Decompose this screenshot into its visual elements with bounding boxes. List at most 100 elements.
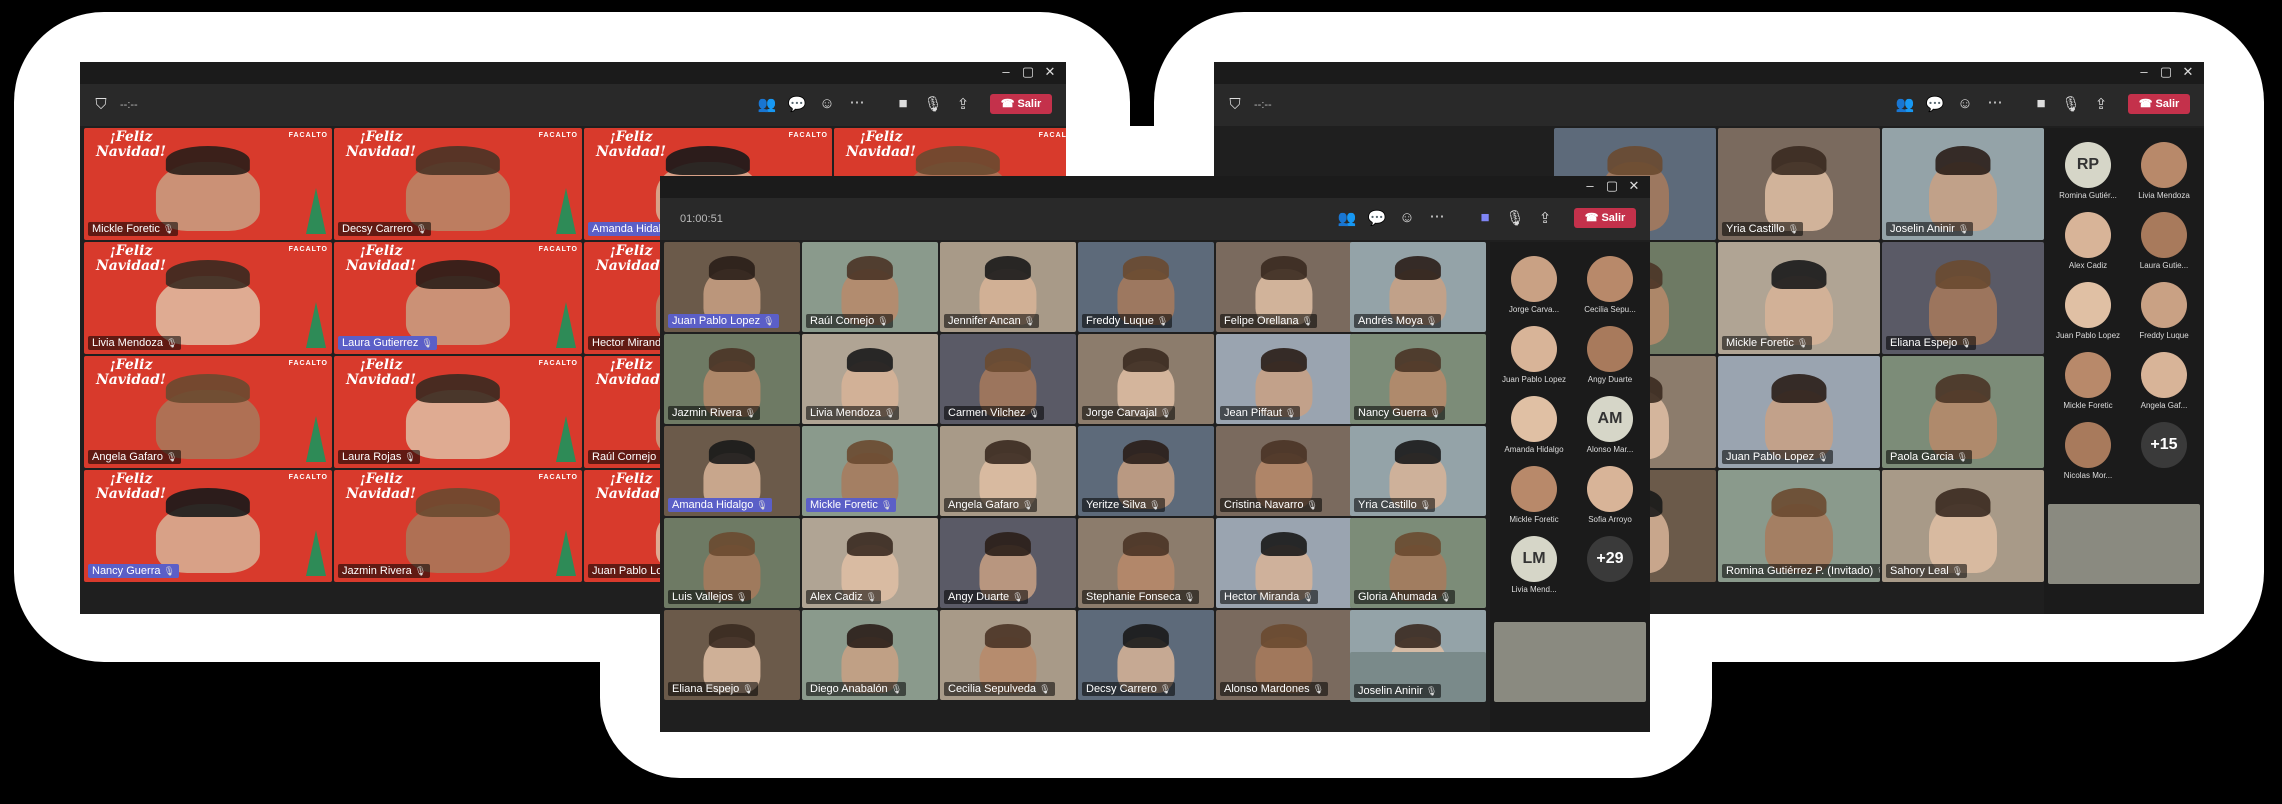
- leave-button[interactable]: ☎ Salir: [2128, 94, 2190, 114]
- video-tile[interactable]: Jennifer Ancan 🎙: [940, 242, 1076, 332]
- video-tile[interactable]: Raúl Cornejo 🎙: [802, 242, 938, 332]
- maximize-icon[interactable]: ▢: [2156, 64, 2176, 80]
- video-tile[interactable]: Stephanie Fonseca 🎙: [1078, 518, 1214, 608]
- share-icon[interactable]: ⇪: [1534, 209, 1556, 227]
- mic-off-icon[interactable]: 🎙: [1504, 209, 1526, 227]
- video-tile[interactable]: Joselin Aninir 🎙: [1350, 652, 1486, 702]
- video-tile[interactable]: Jean Piffaut 🎙: [1216, 334, 1352, 424]
- video-tile[interactable]: Paola Garcia 🎙: [1882, 356, 2044, 468]
- video-tile[interactable]: ¡Feliz Navidad! FACALTO Livia Mendoza 🎙: [84, 242, 332, 354]
- minimize-icon[interactable]: –: [996, 64, 1016, 79]
- roster-participant[interactable]: RP Romina Gutiér...: [2052, 142, 2124, 200]
- close-icon[interactable]: ✕: [2178, 64, 2198, 80]
- video-tile[interactable]: Angela Gafaro 🎙: [940, 426, 1076, 516]
- leave-button[interactable]: ☎ Salir: [990, 94, 1052, 114]
- roster-participant[interactable]: Juan Pablo Lopez: [2052, 282, 2124, 340]
- video-tile[interactable]: Jazmin Rivera 🎙: [664, 334, 800, 424]
- video-tile[interactable]: Jorge Carvajal 🎙: [1078, 334, 1214, 424]
- video-tile[interactable]: Diego Anabalón 🎙: [802, 610, 938, 700]
- roster-participant[interactable]: Nicolas Mor...: [2052, 422, 2124, 480]
- roster-participant[interactable]: +15: [2128, 422, 2200, 471]
- video-tile[interactable]: Hector Miranda 🎙: [1216, 518, 1352, 608]
- video-tile[interactable]: Joselin Aninir 🎙: [1882, 128, 2044, 240]
- mic-off-icon[interactable]: 🎙: [2060, 95, 2082, 113]
- maximize-icon[interactable]: ▢: [1018, 64, 1038, 80]
- roster-participant[interactable]: LM Livia Mend...: [1498, 536, 1570, 594]
- roster-participant[interactable]: Laura Gutie...: [2128, 212, 2200, 270]
- video-tile[interactable]: Alonso Mardones 🎙: [1216, 610, 1352, 700]
- video-tile[interactable]: Cristina Navarro 🎙: [1216, 426, 1352, 516]
- roster-participant[interactable]: Livia Mendoza: [2128, 142, 2200, 200]
- self-view[interactable]: [2048, 504, 2200, 584]
- share-icon[interactable]: ⇪: [952, 95, 974, 113]
- roster-participant[interactable]: Angela Gaf...: [2128, 352, 2200, 410]
- mic-off-icon[interactable]: 🎙: [922, 95, 944, 113]
- roster-participant[interactable]: Amanda Hidalgo: [1498, 396, 1570, 454]
- video-tile[interactable]: Felipe Orellana 🎙: [1216, 242, 1352, 332]
- video-tile[interactable]: Romina Gutiérrez P. (Invitado)🎙: [1718, 470, 1880, 582]
- video-tile[interactable]: Yeritze Silva 🎙: [1078, 426, 1214, 516]
- video-tile[interactable]: Carmen Vilchez 🎙: [940, 334, 1076, 424]
- camera-icon[interactable]: ■: [2030, 95, 2052, 112]
- video-tile[interactable]: Yria Castillo 🎙: [1350, 426, 1486, 516]
- video-tile[interactable]: Yria Castillo 🎙: [1718, 128, 1880, 240]
- video-tile[interactable]: Alex Cadiz 🎙: [802, 518, 938, 608]
- video-tile[interactable]: Sahory Leal 🎙: [1882, 470, 2044, 582]
- roster-participant[interactable]: AM Alonso Mar...: [1574, 396, 1646, 454]
- leave-button[interactable]: ☎ Salir: [1574, 208, 1636, 228]
- video-tile[interactable]: Eliana Espejo 🎙: [664, 610, 800, 700]
- video-tile[interactable]: Eliana Espejo 🎙: [1882, 242, 2044, 354]
- video-tile[interactable]: ¡Feliz Navidad! FACALTO Nancy Guerra 🎙: [84, 470, 332, 582]
- video-tile[interactable]: ¡Feliz Navidad! FACALTO Laura Rojas 🎙: [334, 356, 582, 468]
- video-tile[interactable]: Luis Vallejos 🎙: [664, 518, 800, 608]
- roster-participant[interactable]: Freddy Luque: [2128, 282, 2200, 340]
- roster-participant[interactable]: Angy Duarte: [1574, 326, 1646, 384]
- more-icon[interactable]: ⋯: [1984, 93, 2006, 111]
- video-tile[interactable]: Gloria Ahumada 🎙: [1350, 518, 1486, 608]
- maximize-icon[interactable]: ▢: [1602, 178, 1622, 194]
- video-tile[interactable]: Livia Mendoza 🎙: [802, 334, 938, 424]
- video-tile[interactable]: Freddy Luque 🎙: [1078, 242, 1214, 332]
- video-tile[interactable]: Mickle Foretic 🎙: [1718, 242, 1880, 354]
- more-icon[interactable]: ⋯: [846, 93, 868, 111]
- video-tile[interactable]: Decsy Carrero 🎙: [1078, 610, 1214, 700]
- roster-participant[interactable]: +29: [1574, 536, 1646, 585]
- roster-participant[interactable]: Juan Pablo Lopez: [1498, 326, 1570, 384]
- video-tile[interactable]: Cecilia Sepulveda 🎙: [940, 610, 1076, 700]
- camera-icon[interactable]: ■: [892, 95, 914, 112]
- chat-icon[interactable]: 💬: [1366, 209, 1388, 227]
- close-icon[interactable]: ✕: [1624, 178, 1644, 194]
- video-tile[interactable]: Angy Duarte 🎙: [940, 518, 1076, 608]
- roster-participant[interactable]: Cecilia Sepu...: [1574, 256, 1646, 314]
- video-tile[interactable]: Mickle Foretic 🎙: [802, 426, 938, 516]
- video-tile[interactable]: ¡Feliz Navidad! FACALTO Angela Gafaro 🎙: [84, 356, 332, 468]
- people-icon[interactable]: 👥: [1336, 209, 1358, 227]
- self-view[interactable]: [1494, 622, 1646, 702]
- video-tile[interactable]: Juan Pablo Lopez 🎙: [1718, 356, 1880, 468]
- chat-icon[interactable]: 💬: [786, 95, 808, 113]
- video-tile[interactable]: Juan Pablo Lopez 🎙: [664, 242, 800, 332]
- video-tile[interactable]: ¡Feliz Navidad! FACALTO Laura Gutierrez 🎙: [334, 242, 582, 354]
- chat-icon[interactable]: 💬: [1924, 95, 1946, 113]
- video-tile[interactable]: Amanda Hidalgo 🎙: [664, 426, 800, 516]
- people-icon[interactable]: 👥: [756, 95, 778, 113]
- video-tile[interactable]: ¡Feliz Navidad! FACALTO Decsy Carrero 🎙: [334, 128, 582, 240]
- camera-icon[interactable]: ■: [1474, 209, 1496, 226]
- reactions-icon[interactable]: ☺: [1954, 95, 1976, 112]
- reactions-icon[interactable]: ☺: [1396, 209, 1418, 226]
- roster-participant[interactable]: Alex Cadiz: [2052, 212, 2124, 270]
- more-icon[interactable]: ⋯: [1426, 207, 1448, 225]
- video-tile[interactable]: Andrés Moya 🎙: [1350, 242, 1486, 332]
- people-icon[interactable]: 👥: [1894, 95, 1916, 113]
- close-icon[interactable]: ✕: [1040, 64, 1060, 80]
- share-icon[interactable]: ⇪: [2090, 95, 2112, 113]
- video-tile[interactable]: ¡Feliz Navidad! FACALTO Jazmin Rivera 🎙: [334, 470, 582, 582]
- video-tile[interactable]: ¡Feliz Navidad! FACALTO Mickle Foretic 🎙: [84, 128, 332, 240]
- video-tile[interactable]: Nancy Guerra 🎙: [1350, 334, 1486, 424]
- roster-participant[interactable]: Mickle Foretic: [2052, 352, 2124, 410]
- minimize-icon[interactable]: –: [2134, 64, 2154, 79]
- roster-participant[interactable]: Mickle Foretic: [1498, 466, 1570, 524]
- minimize-icon[interactable]: –: [1580, 178, 1600, 193]
- roster-participant[interactable]: Jorge Carva...: [1498, 256, 1570, 314]
- reactions-icon[interactable]: ☺: [816, 95, 838, 112]
